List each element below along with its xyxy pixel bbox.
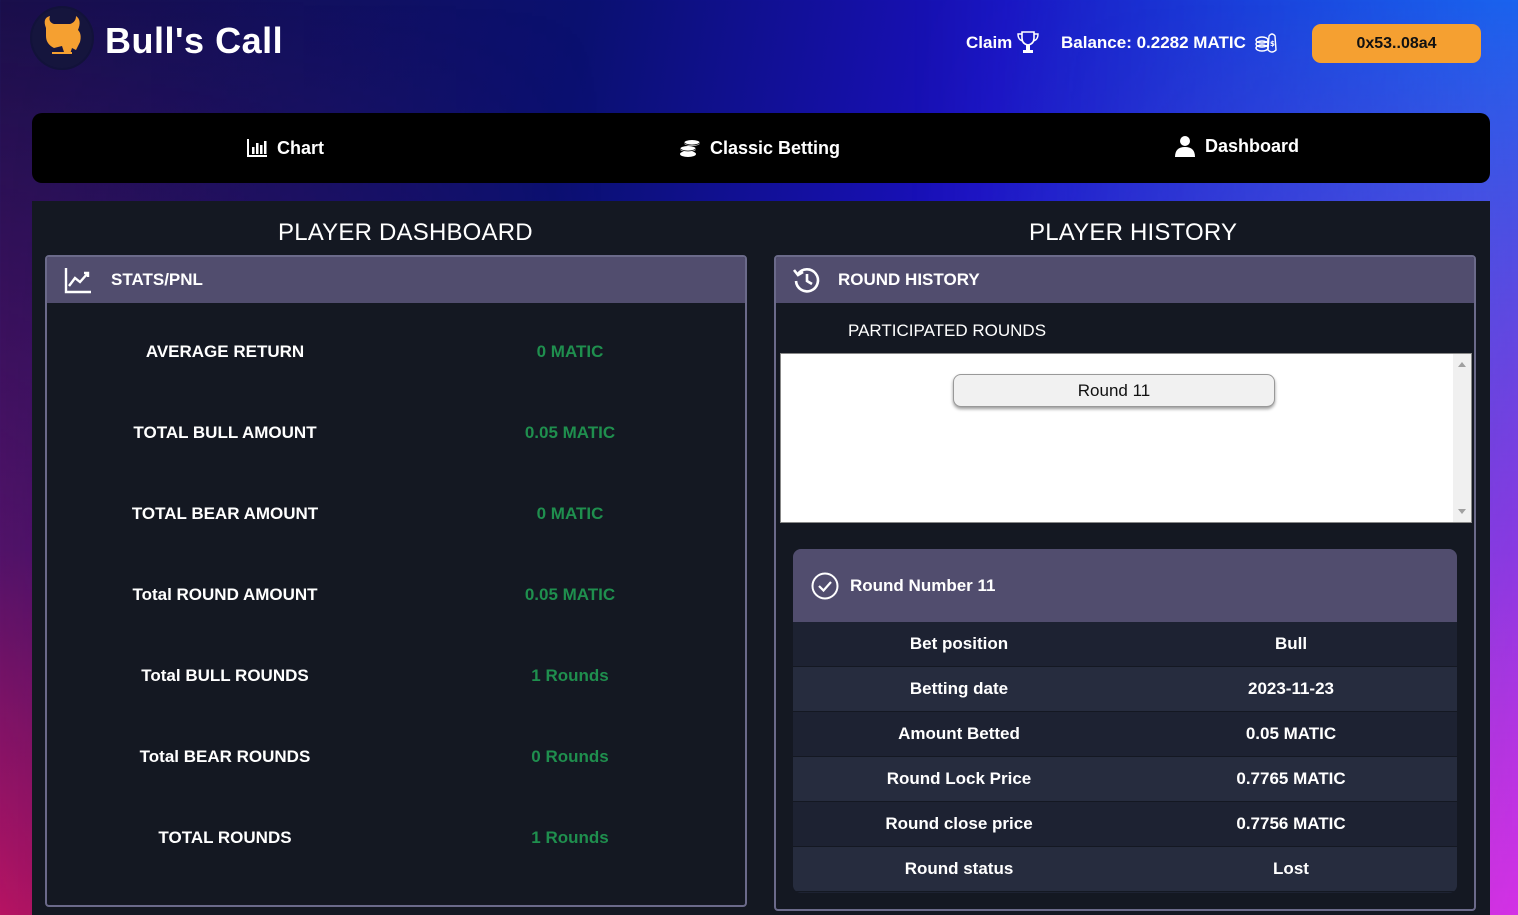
stat-value: 0.05 MATIC [524, 585, 616, 604]
scroll-down-icon[interactable] [1458, 509, 1466, 514]
detail-label: Bet position [909, 634, 1009, 653]
rounds-scrollbar[interactable] [1453, 354, 1471, 522]
detail-value: 0.7756 MATIC [1236, 814, 1346, 833]
detail-row-close-price: Round close price 0.7756 MATIC [793, 802, 1457, 847]
stat-value: 0 Rounds [531, 747, 609, 766]
stat-row-total-rounds: TOTAL ROUNDS 1 Rounds [47, 818, 745, 858]
detail-row-round-status: Round status Lost [793, 847, 1457, 892]
round-detail-rows: Bet position Bull Betting date 2023-11-2… [793, 622, 1457, 892]
stat-value: 1 Rounds [531, 828, 609, 847]
round-detail-panel: Round Number 11 Bet position Bull Bettin… [793, 549, 1457, 893]
detail-row-bet-position: Bet position Bull [793, 622, 1457, 667]
stat-label: Total BEAR ROUNDS [139, 747, 311, 766]
detail-label: Betting date [909, 679, 1009, 698]
nav-item-classic-betting-label: Classic Betting [710, 137, 841, 158]
round-11-button[interactable]: Round 11 [953, 374, 1275, 407]
round-history-header: ROUND HISTORY [776, 257, 1474, 303]
nav-item-chart-label: Chart [277, 137, 325, 158]
detail-row-amount-betted: Amount Betted 0.05 MATIC [793, 712, 1457, 757]
svg-text:$: $ [1270, 40, 1275, 48]
main-nav: Chart Classic Betting Dashboard [32, 113, 1490, 183]
round-history-card: ROUND HISTORY PARTICIPATED ROUNDS Round … [774, 255, 1476, 911]
stat-label: TOTAL BEAR AMOUNT [131, 504, 319, 523]
trend-chart-icon [64, 268, 91, 294]
stat-label: TOTAL BULL AMOUNT [133, 423, 317, 442]
check-circle-icon [811, 572, 839, 599]
stat-row-total-bear-amount: TOTAL BEAR AMOUNT 0 MATIC [47, 494, 745, 534]
player-history-title: PLAYER HISTORY [1029, 219, 1238, 246]
player-dashboard-title: PLAYER DASHBOARD [278, 219, 533, 246]
coins-stack-icon [679, 138, 701, 157]
stat-label: AVERAGE RETURN [145, 342, 305, 361]
detail-label: Round Lock Price [886, 769, 1032, 788]
detail-label: Round close price [885, 814, 1033, 833]
detail-row-betting-date: Betting date 2023-11-23 [793, 667, 1457, 712]
round-history-title: ROUND HISTORY [838, 270, 980, 289]
history-icon [792, 268, 820, 293]
detail-value: Lost [1273, 859, 1309, 878]
detail-row-lock-price: Round Lock Price 0.7765 MATIC [793, 757, 1457, 802]
detail-label: Amount Betted [898, 724, 1020, 743]
stat-row-total-bull-amount: TOTAL BULL AMOUNT 0.05 MATIC [47, 413, 745, 453]
claim-button[interactable]: Claim [966, 30, 1040, 56]
money-bag-icon: $ [1255, 33, 1277, 53]
balance-label: Balance: 0.2282 MATIC [1061, 33, 1246, 52]
detail-value: Bull [1274, 634, 1308, 653]
main-panel: PLAYER DASHBOARD PLAYER HISTORY STATS/PN… [32, 201, 1490, 915]
app-title: Bull's Call [105, 20, 284, 61]
scroll-up-icon[interactable] [1458, 362, 1466, 367]
bar-chart-icon [247, 139, 267, 157]
balance-display: Balance: 0.2282 MATIC $ [1061, 30, 1278, 56]
round-detail-title: Round Number 11 [850, 575, 996, 595]
stat-value: 0.05 MATIC [524, 423, 616, 442]
stat-value: 0 MATIC [536, 342, 604, 361]
stat-row-total-bull-rounds: Total BULL ROUNDS 1 Rounds [47, 656, 745, 696]
round-detail-header: Round Number 11 [793, 549, 1457, 622]
user-icon [1175, 136, 1195, 157]
participated-rounds-list[interactable]: Round 11 [780, 353, 1472, 523]
bull-logo[interactable] [30, 6, 94, 70]
nav-item-dashboard[interactable]: Dashboard [1174, 111, 1299, 181]
detail-value: 0.7765 MATIC [1236, 769, 1346, 788]
detail-value: 2023-11-23 [1247, 679, 1335, 698]
participated-rounds-label: PARTICIPATED ROUNDS [848, 321, 1047, 340]
stat-label: Total BULL ROUNDS [141, 666, 309, 685]
bull-logo-icon [32, 8, 92, 68]
nav-item-dashboard-label: Dashboard [1205, 135, 1300, 156]
stats-card-header: STATS/PNL [47, 257, 745, 303]
stats-card-title: STATS/PNL [111, 270, 203, 289]
stat-row-total-bear-rounds: Total BEAR ROUNDS 0 Rounds [47, 737, 745, 777]
header: Bull's Call Claim Balance: 0.2282 MATIC … [0, 0, 1518, 100]
nav-item-chart[interactable]: Chart [246, 113, 324, 183]
stat-value: 0 MATIC [536, 504, 604, 523]
stat-label: Total ROUND AMOUNT [132, 585, 318, 604]
stat-row-average-return: AVERAGE RETURN 0 MATIC [47, 332, 745, 372]
detail-label: Round status [904, 859, 1014, 878]
wallet-address-button[interactable]: 0x53..08a4 [1312, 24, 1481, 63]
stat-value: 1 Rounds [531, 666, 609, 685]
trophy-icon [1017, 31, 1039, 53]
stats-card: STATS/PNL AVERAGE RETURN 0 MATIC TOTAL B… [45, 255, 747, 907]
stat-row-total-round-amount: Total ROUND AMOUNT 0.05 MATIC [47, 575, 745, 615]
claim-label: Claim [966, 33, 1013, 52]
detail-value: 0.05 MATIC [1245, 724, 1337, 743]
nav-item-classic-betting[interactable]: Classic Betting [679, 113, 840, 183]
stat-label: TOTAL ROUNDS [158, 828, 292, 847]
